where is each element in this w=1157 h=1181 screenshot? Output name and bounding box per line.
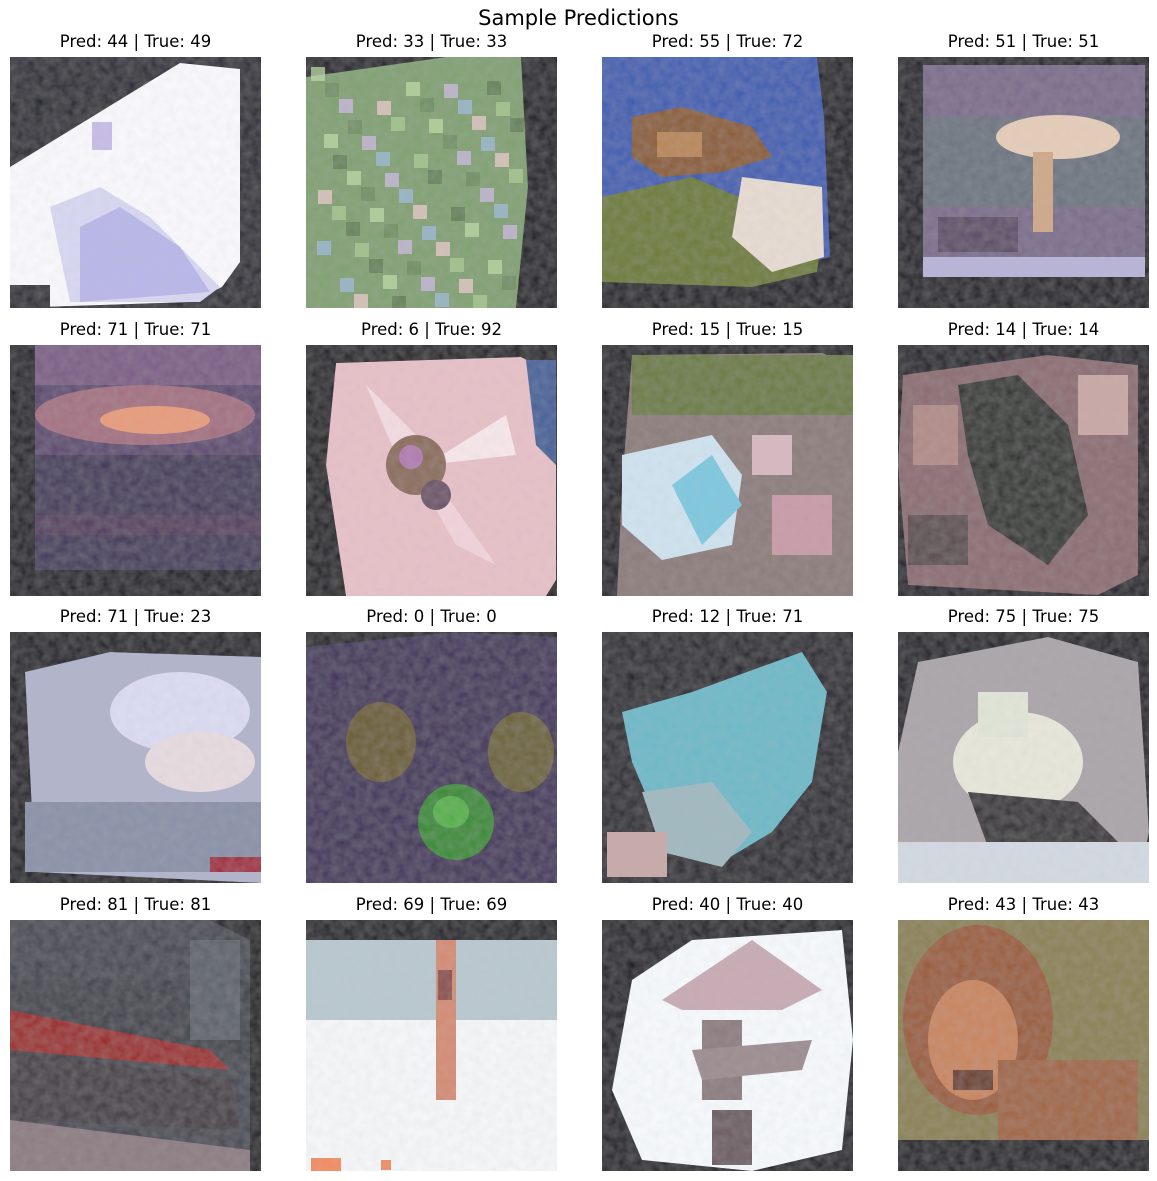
sample-image <box>10 632 261 883</box>
prediction-caption: Pred: 43 | True: 43 <box>947 895 1100 914</box>
prediction-caption: Pred: 12 | True: 71 <box>651 607 804 626</box>
sample-image <box>602 632 853 883</box>
prediction-caption: Pred: 33 | True: 33 <box>355 32 508 51</box>
sample-image <box>306 632 557 883</box>
prediction-caption: Pred: 69 | True: 69 <box>355 895 508 914</box>
sample-image <box>10 57 261 308</box>
prediction-caption: Pred: 0 | True: 0 <box>366 607 497 626</box>
sample-image <box>898 57 1149 308</box>
prediction-caption: Pred: 55 | True: 72 <box>651 32 804 51</box>
sample-image <box>602 345 853 596</box>
prediction-caption: Pred: 71 | True: 23 <box>59 607 212 626</box>
prediction-caption: Pred: 14 | True: 14 <box>947 320 1100 339</box>
sample-image <box>602 57 853 308</box>
prediction-grid: Pred: 44 | True: 49 Pred: 33 | True: 33 Pr… <box>0 0 1157 1181</box>
prediction-caption: Pred: 40 | True: 40 <box>651 895 804 914</box>
sample-image <box>602 920 853 1171</box>
prediction-caption: Pred: 44 | True: 49 <box>59 32 212 51</box>
prediction-caption: Pred: 71 | True: 71 <box>59 320 212 339</box>
prediction-caption: Pred: 15 | True: 15 <box>651 320 804 339</box>
sample-image <box>898 920 1149 1171</box>
sample-image <box>10 920 261 1171</box>
prediction-caption: Pred: 6 | True: 92 <box>361 320 502 339</box>
sample-image <box>306 57 557 308</box>
sample-image <box>898 345 1149 596</box>
prediction-caption: Pred: 75 | True: 75 <box>947 607 1100 626</box>
sample-image <box>898 632 1149 883</box>
prediction-caption: Pred: 51 | True: 51 <box>947 32 1100 51</box>
sample-image <box>306 345 557 596</box>
sample-image <box>306 920 557 1171</box>
prediction-caption: Pred: 81 | True: 81 <box>59 895 212 914</box>
sample-image <box>10 345 261 596</box>
